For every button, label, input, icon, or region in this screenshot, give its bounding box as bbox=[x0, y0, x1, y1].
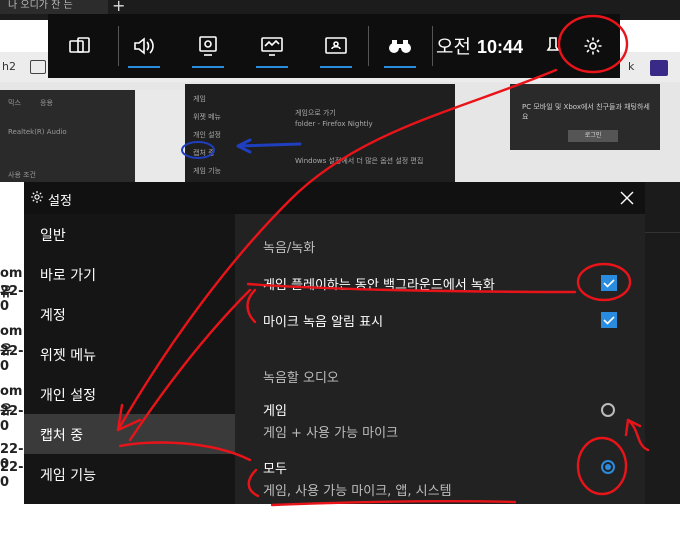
bg-text: Realtek(R) Audio bbox=[8, 128, 67, 136]
background-settings-panel: 게임 위젯 메뉴 개인 설정 캡처 중 게임 기능 게임으로 가기 folder… bbox=[185, 84, 455, 182]
audio-all-description: 게임, 사용 가능 마이크, 앱, 시스템 bbox=[263, 484, 452, 499]
background-list: om 유 22-0 om 유 22-0 om 유 22-0 22-0 22-0 bbox=[0, 182, 24, 504]
bg-text: 응용 bbox=[40, 99, 53, 107]
bg-text: 사용 조건 bbox=[8, 171, 36, 179]
xbox-social-button[interactable] bbox=[306, 14, 366, 78]
bg-text: Windows 설정에서 더 많은 옵션 설정 편집 bbox=[295, 157, 424, 165]
performance-button[interactable] bbox=[242, 14, 302, 78]
bg-text: 게임으로 가기 bbox=[295, 109, 336, 117]
bg-text: PC 모바일 및 Xbox에서 친구들과 채팅하세요 bbox=[522, 103, 650, 121]
game-bar: 오전 10:44 bbox=[48, 14, 620, 78]
bg-login-button: 로그인 bbox=[568, 130, 618, 142]
browser-tab: 나 오디가 찬 는 bbox=[0, 0, 108, 14]
clock-period: 오전 bbox=[436, 36, 471, 58]
widget-menu-icon bbox=[69, 37, 90, 53]
audio-active-underline bbox=[128, 66, 160, 68]
bg-record-checkbox[interactable] bbox=[601, 275, 617, 291]
background-audio-panel: 믹스 응용 Realtek(R) Audio 사용 조건 bbox=[0, 90, 135, 182]
bg-text: 위젯 메뉴 bbox=[193, 113, 221, 121]
audio-game-radio[interactable] bbox=[601, 403, 615, 417]
bg-list-text: 22-0 bbox=[0, 284, 24, 314]
section-recording-heading: 녹음/녹화 bbox=[263, 241, 316, 256]
close-icon[interactable] bbox=[617, 188, 637, 208]
settings-title: 설정 bbox=[48, 194, 72, 209]
nav-item-label: 개인 설정 bbox=[40, 388, 96, 404]
new-tab-icon: + bbox=[112, 0, 126, 15]
background-right-strip bbox=[645, 182, 680, 504]
settings-window: 설정 일반 바로 가기 계정 위젯 메뉴 개인 설정 캡처 중 게임 기능 녹음… bbox=[24, 182, 645, 504]
gear-icon bbox=[584, 37, 602, 55]
capture-icon bbox=[199, 36, 217, 56]
audio-game-label: 게임 bbox=[263, 404, 287, 419]
gamebar-separator bbox=[432, 26, 433, 66]
settings-content: 녹음/녹화 게임 플레이하는 동안 백그라운드에서 녹화 마이크 녹음 알림 표… bbox=[235, 214, 645, 504]
audio-button[interactable] bbox=[114, 14, 174, 78]
bg-text: 개인 설정 bbox=[193, 131, 221, 139]
nav-item-label: 바로 가기 bbox=[40, 268, 96, 284]
gamebar-separator bbox=[368, 26, 369, 66]
bg-text: folder - Firefox Nightly bbox=[295, 120, 373, 128]
reader-icon bbox=[30, 60, 46, 74]
bg-record-label: 게임 플레이하는 동안 백그라운드에서 녹화 bbox=[263, 278, 495, 293]
xbox-social-icon bbox=[325, 37, 347, 54]
clock: 오전 10:44 bbox=[436, 32, 523, 59]
bg-list-text: 22-0 bbox=[0, 460, 24, 490]
nav-item-shortcuts[interactable]: 바로 가기 bbox=[24, 254, 235, 294]
audio-all-label: 모두 bbox=[263, 462, 287, 477]
bg-text: 게임 bbox=[193, 95, 206, 103]
audio-all-radio[interactable] bbox=[601, 460, 615, 474]
mic-notify-label: 마이크 녹음 알림 표시 bbox=[263, 315, 384, 330]
background-social-panel: PC 모바일 및 Xbox에서 친구들과 채팅하세요 로그인 bbox=[510, 84, 660, 150]
nav-item-capturing[interactable]: 캡처 중 bbox=[24, 414, 235, 454]
nav-item-widget-menu[interactable]: 위젯 메뉴 bbox=[24, 334, 235, 374]
audio-icon bbox=[134, 37, 154, 55]
bg-text: 믹스 bbox=[8, 99, 21, 107]
widget-menu-button[interactable] bbox=[50, 14, 110, 78]
bg-list-text: 22-0 bbox=[0, 404, 24, 434]
settings-nav: 일반 바로 가기 계정 위젯 메뉴 개인 설정 캡처 중 게임 기능 bbox=[24, 214, 235, 504]
xbox-social-active-underline bbox=[320, 66, 352, 68]
looking-for-group-button[interactable] bbox=[370, 14, 430, 78]
capture-active-underline bbox=[192, 66, 224, 68]
binoculars-icon bbox=[389, 40, 411, 53]
nav-item-label: 캡처 중 bbox=[40, 428, 84, 444]
bg-list-text: 22-0 bbox=[0, 344, 24, 374]
nav-item-label: 계정 bbox=[40, 308, 66, 324]
nav-item-personalization[interactable]: 개인 설정 bbox=[24, 374, 235, 414]
capture-button[interactable] bbox=[178, 14, 238, 78]
section-audio-heading: 녹음할 오디오 bbox=[263, 371, 339, 386]
checkmark-icon bbox=[603, 316, 615, 325]
toolbar-text-right: k bbox=[628, 60, 635, 73]
nav-item-account[interactable]: 계정 bbox=[24, 294, 235, 334]
pin-icon bbox=[546, 37, 560, 51]
clock-time: 10:44 bbox=[476, 37, 524, 57]
settings-button[interactable] bbox=[568, 14, 618, 78]
nav-item-general[interactable]: 일반 bbox=[24, 214, 235, 254]
nav-item-gaming-features[interactable]: 게임 기능 bbox=[24, 454, 235, 494]
checkmark-icon bbox=[603, 279, 615, 288]
extension-icon bbox=[650, 60, 668, 76]
settings-titlebar: 설정 bbox=[24, 182, 645, 214]
performance-icon bbox=[261, 37, 283, 56]
performance-active-underline bbox=[256, 66, 288, 68]
toolbar-text-left: h2 bbox=[2, 60, 16, 73]
lfg-active-underline bbox=[384, 66, 416, 68]
bg-text: 캡처 중 bbox=[193, 149, 215, 157]
background-gap bbox=[135, 90, 185, 182]
gear-icon bbox=[31, 191, 43, 203]
nav-item-label: 위젯 메뉴 bbox=[40, 348, 96, 364]
nav-item-label: 게임 기능 bbox=[40, 468, 96, 484]
nav-item-label: 일반 bbox=[40, 228, 66, 244]
bg-text: 게임 기능 bbox=[193, 167, 221, 175]
audio-game-description: 게임 + 사용 가능 마이크 bbox=[263, 426, 399, 441]
mic-notify-checkbox[interactable] bbox=[601, 312, 617, 328]
